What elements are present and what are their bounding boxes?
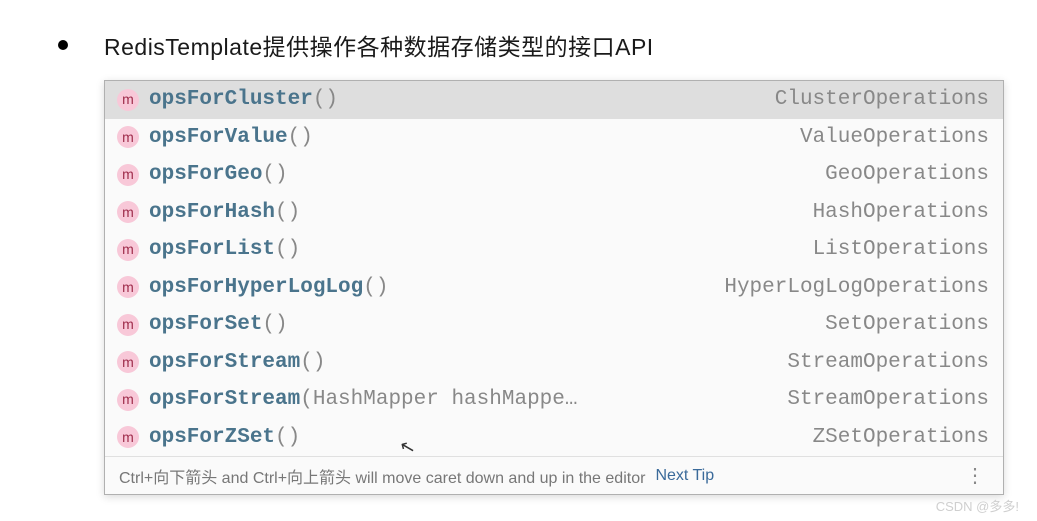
return-type: ZSetOperations: [813, 422, 989, 454]
page-heading: RedisTemplate提供操作各种数据存储类型的接口API: [104, 28, 654, 62]
method-name: opsForList: [149, 234, 275, 266]
return-type: HashOperations: [813, 197, 989, 229]
method-params: (): [262, 309, 287, 341]
method-name: opsForValue: [149, 122, 288, 154]
method-icon: m: [117, 351, 139, 373]
method-params: (): [275, 234, 300, 266]
return-type: HyperLogLogOperations: [724, 272, 989, 304]
bullet-icon: [58, 40, 68, 50]
method-name: opsForSet: [149, 309, 262, 341]
watermark-text: CSDN @多多!: [936, 496, 1019, 515]
method-params: (): [275, 197, 300, 229]
completion-item[interactable]: m opsForHyperLogLog() HyperLogLogOperation…: [105, 269, 1003, 307]
completion-item[interactable]: m opsForValue() ValueOperations: [105, 119, 1003, 157]
method-params: (): [275, 422, 300, 454]
method-name: opsForHyperLogLog: [149, 272, 363, 304]
method-name: opsForStream: [149, 347, 300, 379]
return-type: ValueOperations: [800, 122, 989, 154]
completion-footer: Ctrl+向下箭头 and Ctrl+向上箭头 will move caret …: [105, 456, 1003, 494]
return-type: ListOperations: [813, 234, 989, 266]
completion-item[interactable]: m opsForStream() StreamOperations: [105, 344, 1003, 382]
method-icon: m: [117, 164, 139, 186]
method-icon: m: [117, 239, 139, 261]
bullet-heading-row: RedisTemplate提供操作各种数据存储类型的接口API: [58, 28, 1017, 62]
method-name: opsForStream: [149, 384, 300, 416]
completion-item[interactable]: m opsForGeo() GeoOperations: [105, 156, 1003, 194]
completion-item[interactable]: m opsForStream(HashMapper hashMappe… Strea…: [105, 381, 1003, 419]
return-type: SetOperations: [825, 309, 989, 341]
completion-item[interactable]: m opsForSet() SetOperations: [105, 306, 1003, 344]
method-params: (): [300, 347, 325, 379]
method-name: opsForHash: [149, 197, 275, 229]
method-icon: m: [117, 426, 139, 448]
method-params: (HashMapper hashMappe…: [300, 384, 577, 416]
method-params: (): [288, 122, 313, 154]
next-tip-link[interactable]: Next Tip: [655, 467, 714, 485]
method-icon: m: [117, 89, 139, 111]
return-type: StreamOperations: [787, 384, 989, 416]
completion-item[interactable]: m opsForHash() HashOperations: [105, 194, 1003, 232]
completion-list: mopsForCluster()ClusterOperationsmopsFor…: [105, 81, 1003, 456]
method-icon: m: [117, 314, 139, 336]
method-icon: m: [117, 276, 139, 298]
method-name: opsForCluster: [149, 84, 313, 116]
method-name: opsForGeo: [149, 159, 262, 191]
method-icon: m: [117, 389, 139, 411]
more-options-icon[interactable]: ⋮: [961, 463, 989, 488]
method-name: opsForZSet: [149, 422, 275, 454]
completion-item[interactable]: m opsForZSet() ZSetOperations: [105, 419, 1003, 457]
return-type: ClusterOperations: [775, 84, 989, 116]
completion-item[interactable]: m opsForList() ListOperations: [105, 231, 1003, 269]
footer-hint: Ctrl+向下箭头 and Ctrl+向上箭头 will move caret …: [119, 464, 645, 488]
method-params: (): [363, 272, 388, 304]
return-type: GeoOperations: [825, 159, 989, 191]
return-type: StreamOperations: [787, 347, 989, 379]
completion-item[interactable]: m opsForCluster() ClusterOperations: [105, 81, 1003, 119]
method-params: (): [262, 159, 287, 191]
completion-popup: mopsForCluster()ClusterOperationsmopsFor…: [104, 80, 1004, 495]
method-params: (): [313, 84, 338, 116]
method-icon: m: [117, 126, 139, 148]
method-icon: m: [117, 201, 139, 223]
